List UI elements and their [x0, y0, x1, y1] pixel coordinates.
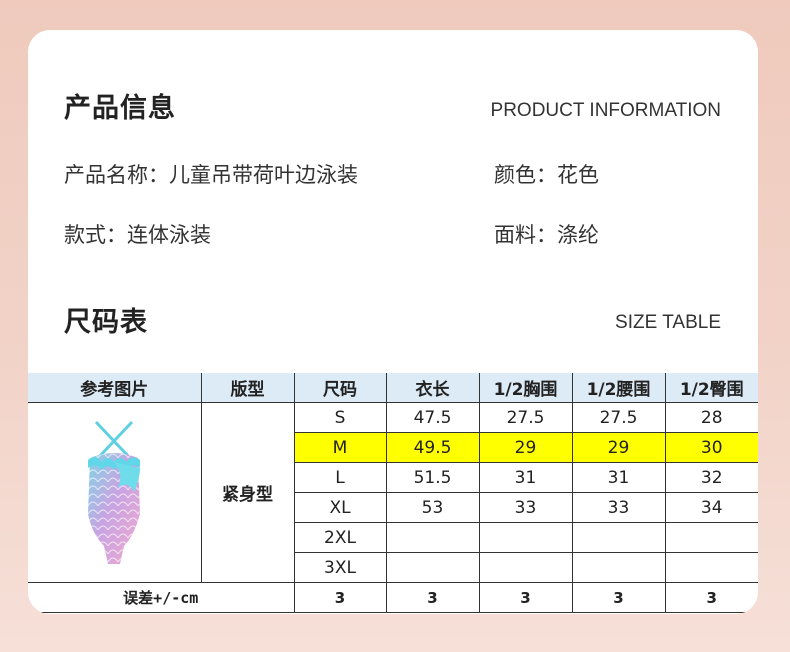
table-row: 紧身型 S 47.5 27.5 27.5 28 — [28, 402, 758, 583]
product-info-title: 产品信息 — [64, 93, 176, 124]
size-cell: XL — [294, 492, 387, 523]
product-material: 面料：涤纶 — [494, 223, 599, 247]
length-cell — [385, 552, 480, 583]
length-cell: 51.5 — [385, 462, 480, 493]
chest-cell — [478, 522, 573, 553]
length-cell: 47.5 — [385, 402, 480, 433]
header-waist: 1/2腰围 — [571, 373, 666, 403]
waist-cell: 33 — [571, 492, 666, 523]
hip-cell: 32 — [664, 462, 758, 493]
waist-cell: 27.5 — [571, 402, 666, 433]
error-row: 误差+/-cm 3 3 3 3 3 — [28, 582, 758, 613]
error-value: 3 — [478, 582, 573, 613]
error-value: 3 — [293, 582, 387, 613]
swimsuit-icon — [88, 420, 141, 564]
chest-cell: 31 — [478, 462, 573, 493]
length-cell: 53 — [385, 492, 480, 523]
hip-cell: 34 — [664, 492, 758, 523]
size-table-title-en: SIZE TABLE — [615, 312, 721, 333]
size-cell: 3XL — [294, 552, 387, 583]
error-label: 误差+/-cm — [28, 582, 295, 613]
length-cell: 49.5 — [385, 432, 480, 463]
hip-cell — [664, 522, 758, 553]
header-length: 衣长 — [385, 373, 480, 403]
size-cell: L — [294, 462, 387, 493]
reference-image-cell — [28, 402, 202, 583]
header-hip: 1/2臀围 — [664, 373, 758, 403]
waist-cell — [571, 552, 666, 583]
header-chest: 1/2胸围 — [478, 373, 573, 403]
chest-cell: 29 — [478, 432, 573, 463]
header-fit: 版型 — [200, 373, 295, 403]
hip-cell: 30 — [664, 432, 758, 463]
waist-cell — [571, 522, 666, 553]
size-cell: 2XL — [294, 522, 387, 553]
header-size: 尺码 — [293, 373, 387, 403]
product-name: 产品名称：儿童吊带荷叶边泳装 — [64, 163, 358, 187]
hip-cell: 28 — [664, 402, 758, 433]
error-value: 3 — [571, 582, 666, 613]
table-header-row: 参考图片 版型 尺码 衣长 1/2胸围 1/2腰围 1/2臀围 — [28, 373, 758, 403]
chest-cell: 27.5 — [478, 402, 573, 433]
error-value: 3 — [664, 582, 758, 613]
content-card: 产品信息 PRODUCT INFORMATION 产品名称：儿童吊带荷叶边泳装 … — [28, 30, 758, 614]
size-cell: M — [294, 432, 387, 463]
length-cell — [385, 522, 480, 553]
error-value: 3 — [385, 582, 480, 613]
waist-cell: 31 — [571, 462, 666, 493]
fit-type: 紧身型 — [200, 402, 295, 583]
product-style: 款式：连体泳装 — [64, 223, 211, 247]
chest-cell — [478, 552, 573, 583]
size-table: 参考图片 版型 尺码 衣长 1/2胸围 1/2腰围 1/2臀围 紧身型 S 47… — [28, 373, 758, 613]
waist-cell: 29 — [571, 432, 666, 463]
hip-cell — [664, 552, 758, 583]
chest-cell: 33 — [478, 492, 573, 523]
product-info-title-en: PRODUCT INFORMATION — [490, 100, 721, 121]
header-reference-image: 参考图片 — [28, 373, 202, 403]
size-cell: S — [293, 402, 387, 433]
product-color: 颜色：花色 — [494, 163, 599, 187]
size-table-title: 尺码表 — [64, 307, 148, 338]
